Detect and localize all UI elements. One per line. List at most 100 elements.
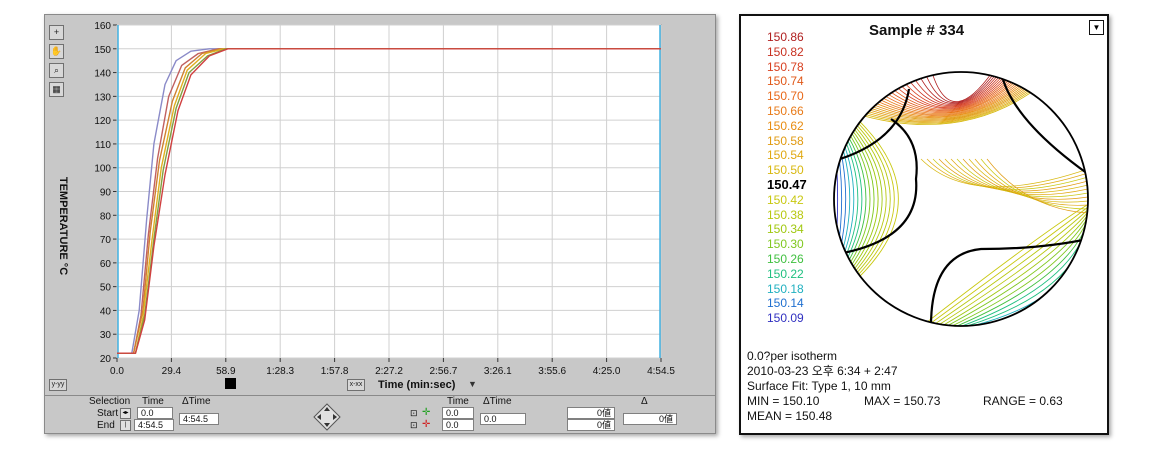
legend-entry: 150.14 bbox=[767, 296, 804, 311]
cool-isotherm-left bbox=[834, 100, 895, 298]
chart-toolbar: + ✋ ⌕ ▦ bbox=[49, 25, 64, 101]
navigation-pad-icon[interactable] bbox=[313, 403, 341, 431]
warm-isotherm bbox=[834, 72, 1041, 116]
cursor1-value-field[interactable]: 0値 bbox=[567, 407, 615, 419]
y-axis-title: TEMPERATURE °C bbox=[57, 176, 69, 276]
cursor-time-header: Time bbox=[447, 396, 469, 407]
selection-label: Selection bbox=[89, 396, 131, 407]
y-tick-label: 160 bbox=[94, 21, 111, 32]
y-tick-label: 50 bbox=[100, 283, 112, 294]
wafer-contour-map bbox=[833, 71, 1089, 327]
cursor2-time-field[interactable]: 0.0 bbox=[442, 419, 474, 431]
cursor1-lock-icon[interactable]: ⊡ bbox=[410, 408, 418, 419]
cursor-dtime-header: ΔTime bbox=[483, 396, 512, 407]
legend-entry: 150.78 bbox=[767, 59, 804, 74]
isotherm-legend: 150.86 150.82 150.78 150.74 150.70 150.66 150.… bbox=[767, 30, 827, 326]
cool-isotherm-bottom bbox=[951, 219, 1088, 326]
hand-icon[interactable]: ✋ bbox=[49, 44, 64, 59]
range-stat: RANGE = 0.63 bbox=[983, 394, 1063, 408]
y-tick-label: 20 bbox=[100, 354, 112, 365]
cool-isotherm-left bbox=[834, 120, 855, 278]
x-tick-label: 4:25.0 bbox=[593, 366, 621, 377]
x-tick-label: 58.9 bbox=[216, 366, 236, 377]
legend-entry: 150.47 bbox=[767, 176, 807, 192]
end-label: End bbox=[97, 420, 115, 431]
stats-row: MIN = 150.10 MAX = 150.73 RANGE = 0.63 bbox=[747, 394, 1063, 409]
start-step-button[interactable]: ◂▸ bbox=[120, 408, 131, 419]
legend-entry: 150.86 bbox=[767, 30, 804, 44]
sample-title: Sample # 334 bbox=[869, 22, 965, 39]
delta-header: Δ bbox=[641, 396, 648, 407]
x-axis-dropdown-icon[interactable]: ▼ bbox=[468, 379, 477, 389]
selection-controls: Selection Time ΔTime Start ◂▸ 0.0 End | … bbox=[45, 395, 715, 434]
y-tick-label: 150 bbox=[94, 45, 111, 56]
x-tick-label: 1:57.8 bbox=[321, 366, 349, 377]
legend-entry: 150.18 bbox=[767, 281, 804, 296]
y-tick-label: 90 bbox=[100, 188, 112, 199]
x-tick-label: 3:26.1 bbox=[484, 366, 512, 377]
y-tick-label: 120 bbox=[94, 116, 111, 127]
cool-isotherm-bottom bbox=[926, 206, 1088, 326]
y-tick-label: 100 bbox=[94, 164, 111, 175]
map-info: 0.0?per isotherm 2010-03-23 오후 6:34 + 2:… bbox=[747, 349, 1063, 424]
legend-entry: 150.09 bbox=[767, 311, 804, 326]
temperature-chart-panel: 160 150 140 130 120 110 100 90 80 70 60 50 40 30 20 0.0… bbox=[44, 14, 716, 434]
legend-entry: 150.30 bbox=[767, 237, 804, 252]
end-step-button[interactable]: | bbox=[120, 420, 131, 431]
x-tick-label: 29.4 bbox=[162, 366, 182, 377]
selection-dtime-field[interactable]: 4:54.5 bbox=[179, 413, 219, 425]
y-tick-label: 30 bbox=[100, 330, 112, 341]
warm-isotherm bbox=[930, 72, 1002, 102]
x-format-button[interactable]: x-xx bbox=[347, 379, 365, 391]
cursor1-icon[interactable]: ✛ bbox=[422, 407, 430, 418]
x-tick-label: 1:28.3 bbox=[266, 366, 294, 377]
legend-entry: 150.62 bbox=[767, 118, 804, 133]
y-tick-label: 140 bbox=[94, 69, 111, 80]
legend-entry: 150.66 bbox=[767, 103, 804, 118]
x-tick-label: 2:27.2 bbox=[375, 366, 403, 377]
x-tick-label: 0.0 bbox=[110, 366, 124, 377]
cool-isotherm-bottom bbox=[931, 209, 1088, 326]
zoom-rect-icon[interactable]: ▦ bbox=[49, 82, 64, 97]
y-tick-label: 130 bbox=[94, 92, 111, 103]
max-stat: MAX = 150.73 bbox=[864, 394, 941, 408]
cursor-dtime-field[interactable]: 0.0 bbox=[480, 413, 526, 425]
delta-value-field[interactable]: 0値 bbox=[623, 413, 677, 425]
isotherm-step-text: 0.0?per isotherm bbox=[747, 349, 838, 363]
cool-isotherm-left bbox=[834, 108, 879, 290]
start-time-field[interactable]: 0.0 bbox=[137, 407, 173, 419]
time-header: Time bbox=[142, 396, 164, 407]
panel-dropdown-icon[interactable]: ▼ bbox=[1089, 20, 1104, 35]
y-tick-label: 80 bbox=[100, 211, 112, 222]
cursor2-icon[interactable]: ✛ bbox=[422, 419, 430, 430]
legend-entry: 150.22 bbox=[767, 266, 804, 281]
crosshair-icon[interactable]: + bbox=[49, 25, 64, 40]
timestamp-text: 2010-03-23 오후 6:34 + 2:47 bbox=[747, 364, 898, 378]
legend-entry: 150.54 bbox=[767, 148, 804, 163]
cursor2-lock-icon[interactable]: ⊡ bbox=[410, 420, 418, 431]
mid-isotherm bbox=[932, 158, 1088, 190]
cool-isotherm-left bbox=[834, 124, 847, 274]
cursor2-value-field[interactable]: 0値 bbox=[567, 419, 615, 431]
dtime-header: ΔTime bbox=[182, 396, 211, 407]
cursor1-time-field[interactable]: 0.0 bbox=[442, 407, 474, 419]
mid-isotherm bbox=[962, 158, 1088, 200]
x-tick-label: 3:55.6 bbox=[538, 366, 566, 377]
x-axis-title: Time (min:sec) bbox=[378, 379, 456, 391]
cursor-marker[interactable] bbox=[225, 378, 236, 389]
legend-entry: 150.34 bbox=[767, 222, 804, 237]
legend-entry: 150.42 bbox=[767, 192, 804, 207]
warm-isotherm bbox=[834, 72, 1047, 118]
legend-entry: 150.26 bbox=[767, 251, 804, 266]
x-tick-label: 2:56.7 bbox=[429, 366, 457, 377]
legend-entry: 150.58 bbox=[767, 133, 804, 148]
y-tick-label: 70 bbox=[100, 235, 112, 246]
y-tick-label: 40 bbox=[100, 306, 112, 317]
zoom-icon[interactable]: ⌕ bbox=[49, 63, 64, 78]
legend-entry: 150.82 bbox=[767, 44, 804, 59]
start-label: Start bbox=[97, 408, 119, 419]
end-time-field[interactable]: 4:54.5 bbox=[134, 419, 174, 431]
y-format-button[interactable]: y-yy bbox=[49, 379, 67, 391]
y-tick-label: 110 bbox=[95, 140, 111, 151]
legend-entry: 150.50 bbox=[767, 163, 804, 178]
